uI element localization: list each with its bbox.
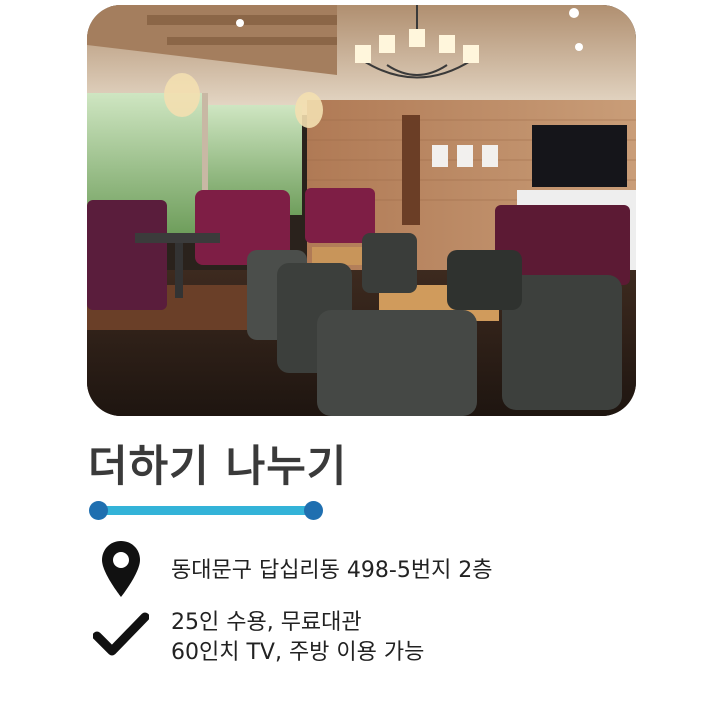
venue-title: 더하기 나누기 <box>88 442 348 492</box>
features-line-1: 25인 수용, 무료대관 <box>171 610 362 635</box>
underline-right-dot <box>304 501 323 520</box>
address-text: 동대문구 답십리동 498-5번지 2층 <box>171 558 493 583</box>
underline-left-dot <box>89 501 108 520</box>
underline-bar <box>97 506 315 515</box>
venue-photo <box>87 5 636 416</box>
checkmark-icon <box>93 612 149 656</box>
features-line-2: 60인치 TV, 주방 이용 가능 <box>171 640 425 665</box>
location-pin-icon <box>102 541 140 597</box>
title-underline <box>89 501 323 520</box>
